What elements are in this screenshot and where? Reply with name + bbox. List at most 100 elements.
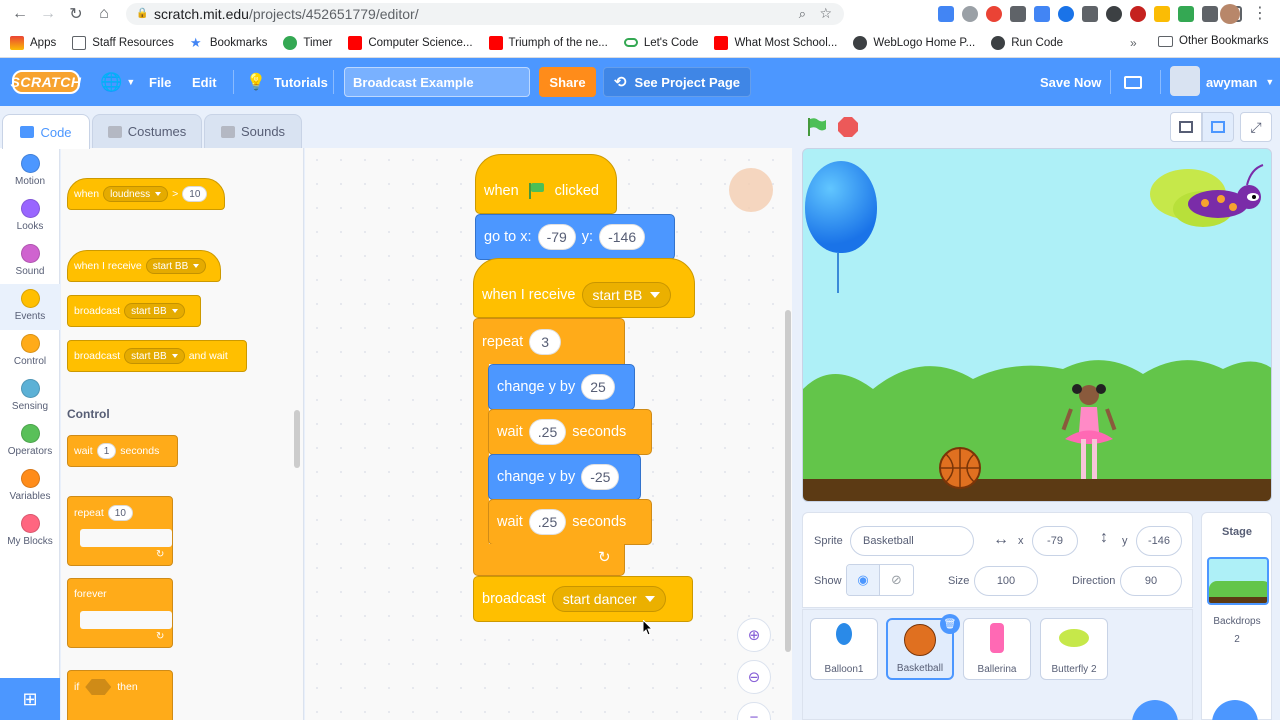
repeat-block[interactable]: repeat 10 ↻ bbox=[67, 496, 173, 566]
share-button[interactable]: Share bbox=[539, 67, 596, 97]
stage-canvas[interactable] bbox=[802, 148, 1272, 502]
green-flag-icon[interactable] bbox=[806, 117, 828, 137]
puzzle-icon[interactable] bbox=[1202, 6, 1218, 22]
x-input[interactable]: -79 bbox=[537, 224, 576, 250]
extension-icon[interactable] bbox=[1034, 6, 1050, 22]
bookmark-computer-science[interactable]: Computer Science... bbox=[348, 35, 473, 50]
tab-costumes[interactable]: Costumes bbox=[92, 114, 202, 148]
sprite-name-input[interactable]: Basketball bbox=[850, 526, 974, 556]
delete-sprite-button[interactable]: 🗑 bbox=[940, 614, 960, 634]
category-motion[interactable]: Motion bbox=[0, 154, 60, 198]
extension-icon[interactable] bbox=[1178, 6, 1194, 22]
small-stage-button[interactable] bbox=[1170, 112, 1202, 142]
bookmark-timer[interactable]: Timer bbox=[283, 35, 332, 50]
wait-seconds-block[interactable]: wait .25 seconds bbox=[488, 409, 652, 455]
loudness-dropdown[interactable]: loudness bbox=[103, 186, 169, 202]
category-events[interactable]: Events bbox=[0, 284, 60, 330]
zoom-reset-button[interactable]: = bbox=[737, 702, 771, 720]
bookmark-run-code[interactable]: Run Code bbox=[991, 35, 1063, 50]
script-area[interactable]: when clicked go to x: -79 y: -146 when I… bbox=[305, 148, 792, 720]
bookmark-weblogo[interactable]: WebLogo Home P... bbox=[853, 35, 975, 50]
y-input[interactable]: -146 bbox=[599, 224, 646, 250]
bookmark-staff-resources[interactable]: Staff Resources bbox=[72, 35, 174, 50]
category-looks[interactable]: Looks bbox=[0, 199, 60, 243]
number-input[interactable]: .25 bbox=[528, 419, 567, 445]
tab-code[interactable]: Code bbox=[2, 114, 90, 149]
number-input[interactable]: -25 bbox=[581, 464, 620, 490]
zoom-icon[interactable]: ⌕ bbox=[799, 6, 806, 22]
extension-icon[interactable] bbox=[986, 6, 1002, 22]
show-visible-button[interactable]: ◉ bbox=[847, 565, 881, 595]
condition-slot[interactable] bbox=[85, 679, 112, 695]
extension-icon[interactable] bbox=[1154, 6, 1170, 22]
message-dropdown[interactable]: start BB bbox=[124, 303, 185, 319]
y-input[interactable]: -146 bbox=[1136, 526, 1182, 556]
number-input[interactable]: 10 bbox=[107, 505, 133, 521]
basketball-sprite[interactable] bbox=[938, 446, 982, 490]
project-title-input[interactable]: Broadcast Example bbox=[344, 67, 530, 97]
when-flag-clicked-block[interactable]: when clicked bbox=[475, 154, 617, 214]
show-hidden-button[interactable]: ⊘ bbox=[880, 565, 913, 595]
add-extension-button[interactable]: ⊞ bbox=[0, 678, 60, 720]
reload-icon[interactable]: ↻ bbox=[62, 0, 90, 28]
category-control[interactable]: Control bbox=[0, 334, 60, 378]
broadcast-block[interactable]: broadcast start BB bbox=[67, 295, 201, 327]
fullscreen-button[interactable]: ⤢ bbox=[1240, 112, 1272, 142]
bookmarks-overflow-icon[interactable]: » bbox=[1130, 36, 1137, 50]
sprite-tile-balloon1[interactable]: Balloon1 bbox=[810, 618, 878, 680]
bookmark-what-most-school[interactable]: What Most School... bbox=[714, 35, 837, 50]
when-loudness-block[interactable]: when loudness > 10 bbox=[67, 178, 225, 210]
bookmark-lets-code[interactable]: Let's Code bbox=[623, 37, 698, 49]
language-menu[interactable]: 🌐 ▼ bbox=[100, 58, 135, 106]
broadcast-and-wait-block[interactable]: broadcast start BB and wait bbox=[67, 340, 247, 372]
go-to-xy-block[interactable]: go to x: -79 y: -146 bbox=[475, 214, 675, 260]
repeat-block[interactable]: repeat 3 bbox=[473, 318, 625, 364]
zoom-out-button[interactable]: ⊖ bbox=[737, 660, 771, 694]
if-then-block[interactable]: if then bbox=[67, 670, 173, 720]
profile-avatar[interactable] bbox=[1220, 4, 1240, 24]
account-menu[interactable]: awyman ▼ bbox=[1206, 58, 1274, 106]
forward-icon[interactable]: → bbox=[34, 0, 62, 28]
butterfly-sprite[interactable] bbox=[1143, 159, 1272, 239]
other-bookmarks[interactable]: Other Bookmarks bbox=[1158, 35, 1268, 47]
address-bar[interactable]: 🔒 scratch.mit.edu/projects/452651779/edi… bbox=[126, 3, 844, 25]
sprite-tile-ballerina[interactable]: Ballerina bbox=[963, 618, 1031, 680]
ballerina-sprite[interactable] bbox=[1059, 377, 1119, 487]
broadcast-block[interactable]: broadcast start dancer bbox=[473, 576, 693, 622]
extension-icon[interactable] bbox=[1058, 6, 1074, 22]
wait-seconds-block[interactable]: wait .25 seconds bbox=[488, 499, 652, 545]
normal-stage-button[interactable] bbox=[1202, 112, 1234, 142]
edit-menu[interactable]: Edit bbox=[192, 58, 217, 106]
category-sensing[interactable]: Sensing bbox=[0, 379, 60, 423]
forever-block[interactable]: forever ↻ bbox=[67, 578, 173, 648]
category-sound[interactable]: Sound bbox=[0, 244, 60, 288]
balloon-sprite[interactable] bbox=[805, 161, 877, 253]
message-dropdown[interactable]: start BB bbox=[145, 258, 207, 274]
palette-scrollbar[interactable] bbox=[294, 410, 300, 468]
category-operators[interactable]: Operators bbox=[0, 424, 60, 468]
star-icon[interactable]: ☆ bbox=[819, 5, 832, 22]
when-i-receive-block[interactable]: when I receive start BB bbox=[67, 250, 221, 282]
extension-icon[interactable] bbox=[962, 6, 978, 22]
number-input[interactable]: .25 bbox=[528, 509, 567, 535]
bookmark-apps[interactable]: Apps bbox=[10, 35, 56, 50]
scratch-logo[interactable]: SCRATCH bbox=[11, 70, 81, 94]
change-y-block[interactable]: change y by 25 bbox=[488, 364, 635, 410]
wait-block[interactable]: wait 1 seconds bbox=[67, 435, 178, 467]
bookmark-bookmarks[interactable]: ★ Bookmarks bbox=[190, 35, 268, 50]
size-input[interactable]: 100 bbox=[974, 566, 1038, 596]
tab-sounds[interactable]: Sounds bbox=[204, 114, 302, 148]
direction-input[interactable]: 90 bbox=[1120, 566, 1182, 596]
extension-icon[interactable] bbox=[1130, 6, 1146, 22]
extension-icon[interactable] bbox=[938, 6, 954, 22]
extension-icon[interactable] bbox=[1010, 6, 1026, 22]
menu-dots-icon[interactable]: ⋮ bbox=[1252, 4, 1268, 24]
message-dropdown[interactable]: start BB bbox=[581, 282, 672, 308]
message-dropdown[interactable]: start BB bbox=[124, 348, 185, 364]
sprite-tile-butterfly-2[interactable]: Butterfly 2 bbox=[1040, 618, 1108, 680]
stage-selector[interactable]: Stage Backdrops 2 bbox=[1201, 512, 1272, 720]
user-avatar[interactable] bbox=[1170, 66, 1200, 96]
save-now-button[interactable]: Save Now bbox=[1040, 58, 1101, 106]
back-icon[interactable]: ← bbox=[6, 0, 34, 28]
extension-icon[interactable] bbox=[1106, 6, 1122, 22]
